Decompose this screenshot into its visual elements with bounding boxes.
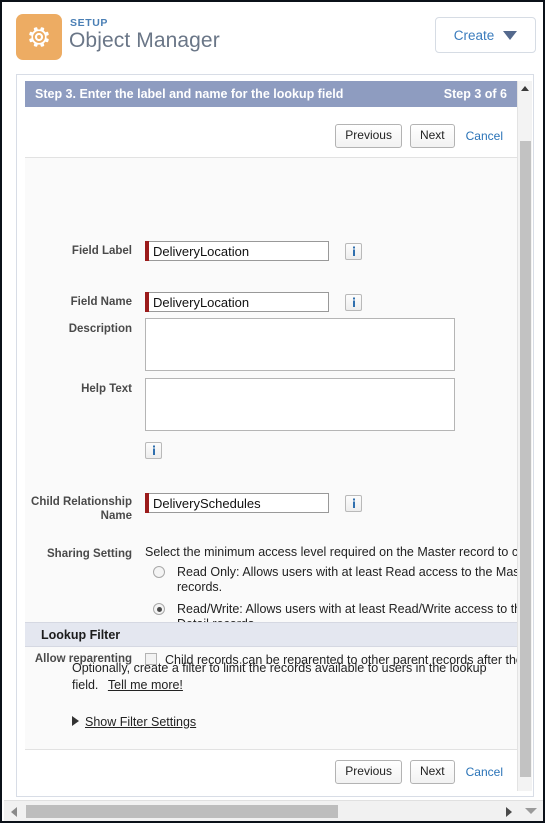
triangle-down-icon[interactable] <box>525 808 537 814</box>
radio-read-write[interactable] <box>153 603 165 615</box>
cancel-link-top[interactable]: Cancel <box>463 129 503 143</box>
sharing-setting-intro: Select the minimum access level required… <box>145 545 517 559</box>
scroll-up-button[interactable] <box>518 81 532 95</box>
chevron-down-icon <box>503 30 518 40</box>
setup-header: SETUP Object Manager Create <box>4 4 543 68</box>
window-horizontal-scrollbar[interactable] <box>4 800 543 821</box>
scroll-right-button[interactable] <box>503 806 515 818</box>
field-name-label: Field Name <box>70 296 132 308</box>
triangle-right-icon <box>506 807 512 817</box>
wizard-actions-bottom: Previous Next Cancel <box>25 751 517 793</box>
triangle-right-icon <box>72 716 79 726</box>
next-button-top[interactable]: Next <box>409 123 455 149</box>
wizard-step-title: Step 3. Enter the label and name for the… <box>35 87 344 101</box>
create-button-label: Create <box>453 27 495 43</box>
field-wizard-panel: Step 3. Enter the label and name for the… <box>16 74 534 797</box>
tell-me-more-link[interactable]: Tell me more! <box>108 678 183 692</box>
sharing-option-read-only-line1: Read Only: Allows users with at least Re… <box>177 565 517 579</box>
create-button[interactable]: Create <box>435 17 536 53</box>
child-relationship-name-label: Child Relationship Name <box>31 496 132 522</box>
field-label-info-icon[interactable] <box>345 242 363 260</box>
lookup-filter-description-line2-wrap: field. Tell me more! <box>72 677 512 694</box>
required-marker <box>145 493 149 513</box>
child-relationship-name-input[interactable] <box>149 493 329 513</box>
cancel-link-bottom[interactable]: Cancel <box>463 765 503 779</box>
previous-button-top[interactable]: Previous <box>335 123 402 149</box>
field-label-input-wrap <box>145 241 329 261</box>
help-text-info-icon[interactable] <box>145 442 162 460</box>
field-name-info-icon[interactable] <box>345 293 363 311</box>
lookup-filter-description-line2: field. <box>72 678 99 692</box>
wizard-actions-top: Previous Next Cancel <box>25 115 517 157</box>
child-relationship-input-wrap <box>145 493 329 513</box>
sharing-option-read-only[interactable]: Read Only: Allows users with at least Re… <box>153 565 517 595</box>
wizard-step-counter: Step 3 of 6 <box>443 87 507 101</box>
horizontal-scroll-thumb[interactable] <box>26 805 338 818</box>
field-name-input-wrap <box>145 292 329 312</box>
required-marker <box>145 292 149 312</box>
sharing-setting-label: Sharing Setting <box>47 548 132 560</box>
field-label-input[interactable] <box>149 241 329 261</box>
application-window: SETUP Object Manager Create Step 3. Ente… <box>0 0 545 823</box>
lookup-filter-section-header: Lookup Filter <box>25 622 517 647</box>
wizard-form-content: Field Label DeliveryLocation Field Name … <box>25 158 517 749</box>
description-textarea[interactable] <box>145 318 455 371</box>
show-filter-settings-toggle[interactable]: Show Filter Settings <box>72 713 512 729</box>
description-label: Description <box>68 323 132 335</box>
radio-read-only[interactable] <box>153 566 165 578</box>
wizard-form-body: Field Label DeliveryLocation Field Name … <box>25 158 517 749</box>
vertical-scroll-thumb[interactable] <box>520 141 531 777</box>
show-filter-settings-link[interactable]: Show Filter Settings <box>85 715 196 729</box>
panel-vertical-scrollbar[interactable] <box>517 81 532 791</box>
field-label-label: Field Label <box>71 245 132 257</box>
page-title: Object Manager <box>69 29 220 52</box>
lookup-filter-description-line1: Optionally, create a filter to limit the… <box>72 661 487 675</box>
triangle-left-icon <box>11 807 17 817</box>
help-text-label: Help Text <box>81 383 132 395</box>
previous-button-bottom[interactable]: Previous <box>335 759 402 785</box>
sharing-option-read-write-line1: Read/Write: Allows users with at least R… <box>177 602 517 616</box>
gear-icon <box>26 24 52 50</box>
child-relationship-name-info-icon[interactable] <box>345 494 363 512</box>
field-name-input[interactable] <box>149 292 329 312</box>
sharing-option-read-only-line2: records. <box>177 580 223 594</box>
help-text-textarea[interactable] <box>145 378 455 431</box>
scroll-left-button[interactable] <box>8 806 20 818</box>
lookup-filter-title: Lookup Filter <box>41 627 121 642</box>
setup-eyebrow-label: SETUP <box>70 17 109 29</box>
divider-bottom <box>25 749 517 750</box>
setup-gear-tile[interactable] <box>16 14 62 60</box>
triangle-up-icon <box>521 85 529 91</box>
wizard-step-bar: Step 3. Enter the label and name for the… <box>25 81 517 107</box>
next-button-bottom[interactable]: Next <box>409 759 455 785</box>
required-marker <box>145 241 149 261</box>
